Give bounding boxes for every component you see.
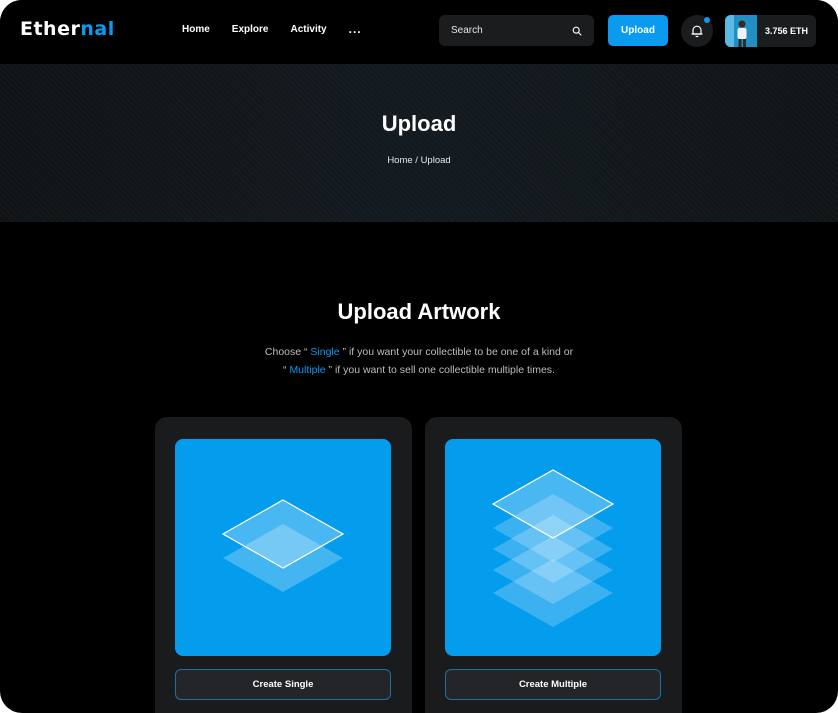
description-line-1: Choose “ Single ” if you want your colle… [0,343,838,361]
create-multiple-card[interactable]: Create Multiple [425,417,682,713]
notifications-button[interactable] [681,15,713,47]
desc-text: Choose “ [264,346,311,358]
logo-main: Ether [20,18,81,40]
create-multiple-button[interactable]: Create Multiple [445,669,661,700]
wallet-balance[interactable]: 3.756 ETH [725,15,816,47]
balance-text: 3.756 ETH [765,26,809,36]
nav-explore[interactable]: Explore [232,24,269,35]
section-title: Upload Artwork [337,299,501,324]
description-line-2: “ Multiple ” if you want to sell one col… [0,361,838,379]
multiple-artwork-preview[interactable] [445,439,661,656]
search-icon[interactable] [572,26,582,36]
breadcrumb: Home / Upload [387,155,451,166]
avatar[interactable] [725,15,757,47]
create-single-card[interactable]: Create Single [155,417,412,713]
page-title: Upload [381,111,457,136]
desc-text: ” if you want your collectible to be one… [339,346,574,358]
avatar-image [725,15,757,47]
single-highlight: Single [310,346,340,358]
nav-activity[interactable]: Activity [290,24,326,35]
create-single-button[interactable]: Create Single [175,669,391,700]
single-artwork-preview[interactable] [175,439,391,656]
logo[interactable]: Ethernal [20,18,115,40]
multiple-highlight: Multiple [289,364,326,376]
app-frame: Ethernal Home Explore Activity ... Searc… [0,0,838,713]
nav-home[interactable]: Home [182,24,210,35]
section-description: Choose “ Single ” if you want your colle… [0,343,838,379]
search-input[interactable]: Search [439,15,594,46]
main-nav: Home Explore Activity ... [182,23,362,35]
multiple-layers-icon [491,469,615,627]
search-placeholder: Search [451,25,483,36]
upload-button[interactable]: Upload [608,15,668,46]
notification-dot [704,17,710,23]
top-navbar: Ethernal Home Explore Activity ... Searc… [0,0,838,64]
logo-accent: nal [80,18,115,40]
page-hero: Upload Home / Upload [0,64,838,222]
bell-icon [691,25,703,38]
nav-more-button[interactable]: ... [349,23,362,35]
single-layer-icon [221,499,345,592]
desc-text: ” if you want to sell one collectible mu… [325,364,555,376]
